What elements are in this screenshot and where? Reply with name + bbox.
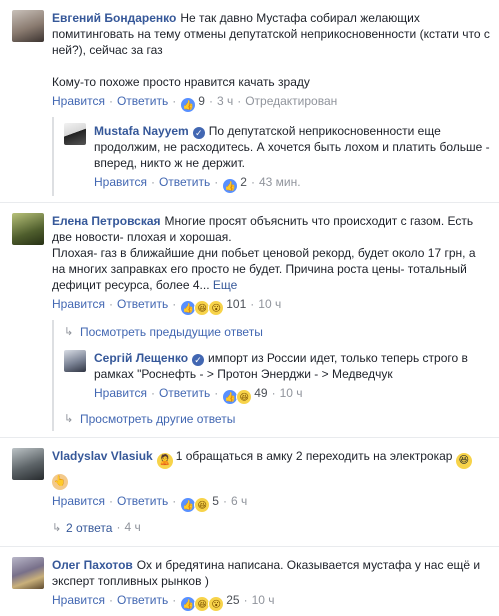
reaction-count: 49: [254, 386, 268, 400]
see-more-link[interactable]: Еще: [213, 278, 237, 292]
comment-actions: Нравится · Ответить · 👍 9 · 3 ч · Отредактирован: [52, 93, 491, 113]
comment-author[interactable]: Vladyslav Vlasiuk: [52, 449, 153, 463]
view-other-replies-label[interactable]: Просмотреть другие ответы: [80, 411, 235, 427]
view-previous-replies-label[interactable]: Посмотреть предыдущие ответы: [80, 324, 263, 340]
like-button[interactable]: Нравится: [94, 175, 147, 189]
reply-arrow-icon: ↳: [64, 413, 74, 425]
reaction-count: 5: [212, 494, 219, 508]
replies-summary: ↳ 2 ответа · 4 ч: [52, 520, 141, 536]
like-reaction-icon: 👍: [180, 97, 197, 113]
view-other-replies-link[interactable]: ↳ Просмотреть другие ответы: [64, 407, 499, 431]
comment-text: Елена Петровская Многие просят объяснить …: [52, 213, 491, 293]
comment-thread: Евгений Бондаренко Не так давно Мустафа с…: [0, 0, 499, 616]
timestamp[interactable]: 10 ч: [258, 297, 281, 311]
comment-author[interactable]: Сергій Лещенко: [94, 351, 188, 365]
comment-actions: Нравится · Ответить · 👍 2 · 43 мин.: [94, 174, 491, 194]
comment-actions: Нравится · Ответить · 👍 😆 5 · 6 ч: [52, 493, 491, 513]
like-button[interactable]: Нравится: [52, 593, 105, 607]
wow-reaction-icon: 😮: [208, 300, 225, 316]
avatar[interactable]: [12, 10, 44, 42]
replies-count-label[interactable]: 2 ответа: [66, 520, 112, 536]
verified-badge-icon: ✓: [192, 127, 205, 139]
comment: Евгений Бондаренко Не так давно Мустафа с…: [0, 0, 499, 117]
reply-button[interactable]: Ответить: [159, 175, 210, 189]
replies-timestamp[interactable]: 4 ч: [124, 520, 140, 534]
timestamp[interactable]: 10 ч: [252, 593, 275, 607]
reactions[interactable]: 👍 9: [180, 94, 205, 113]
reply-button[interactable]: Ответить: [117, 494, 168, 508]
wow-reaction-icon: 😮: [208, 596, 225, 612]
edited-label[interactable]: Отредактирован: [245, 94, 337, 108]
reply: Mustafa Nayyem ✓ По депутатской неприкосно…: [64, 117, 499, 196]
verified-badge-icon: ✓: [192, 354, 205, 366]
comment-actions: Нравится · Ответить · 👍 😆 😮 25 · 10 ч: [52, 592, 491, 612]
reaction-count: 9: [198, 94, 205, 108]
replies-count-link[interactable]: ↳ 2 ответа: [52, 520, 112, 536]
view-previous-replies-link[interactable]: ↳ Посмотреть предыдущие ответы: [64, 320, 499, 344]
reaction-count: 2: [240, 175, 247, 189]
avatar[interactable]: [12, 213, 44, 245]
haha-reaction-icon: 😆: [236, 389, 253, 405]
reactions[interactable]: 👍 2: [222, 175, 247, 194]
reply-arrow-icon: ↳: [52, 522, 62, 534]
comment-text: Vladyslav Vlasiuk 🙎 1 обращаться в амку 2 …: [52, 448, 491, 490]
comment-text: Олег Пахотов Ох и бредятина написана. Ока…: [52, 557, 491, 589]
like-button[interactable]: Нравится: [52, 297, 105, 311]
avatar[interactable]: [64, 123, 86, 145]
reply: Сергій Лещенко ✓ импорт из России идет, то…: [64, 344, 499, 407]
avatar[interactable]: [12, 448, 44, 480]
comment-actions: Нравится · Ответить · 👍 😆 😮 101 · 10 ч: [52, 296, 491, 316]
reply-button[interactable]: Ответить: [117, 593, 168, 607]
comment-author[interactable]: Олег Пахотов: [52, 558, 133, 572]
timestamp[interactable]: 3 ч: [217, 94, 233, 108]
person-emoji-icon: 🙎: [156, 453, 173, 469]
reaction-count: 101: [226, 297, 247, 311]
comment-actions: Нравится · Ответить · 👍 😆 49 · 10 ч: [94, 385, 491, 405]
replies: Mustafa Nayyem ✓ По депутатской неприкосно…: [52, 117, 499, 196]
timestamp[interactable]: 6 ч: [231, 494, 247, 508]
comment-author[interactable]: Евгений Бондаренко: [52, 11, 176, 25]
reply-button[interactable]: Ответить: [117, 94, 168, 108]
comment: Олег Пахотов Ох и бредятина написана. Ока…: [0, 547, 499, 616]
reactions[interactable]: 👍 😆 49: [222, 386, 268, 405]
like-button[interactable]: Нравится: [52, 94, 105, 108]
haha-reaction-icon: 😆: [194, 497, 211, 513]
reply-button[interactable]: Ответить: [159, 386, 210, 400]
comment: Елена Петровская Многие просят объяснить …: [0, 203, 499, 320]
reactions[interactable]: 👍 😆 😮 25: [180, 593, 240, 612]
comment-author[interactable]: Елена Петровская: [52, 214, 161, 228]
grinning-emoji-icon: 😆: [455, 453, 472, 469]
comment-author[interactable]: Mustafa Nayyem: [94, 124, 189, 138]
reply-button[interactable]: Ответить: [117, 297, 168, 311]
timestamp[interactable]: 43 мин.: [259, 175, 301, 189]
comment-text: Сергій Лещенко ✓ импорт из России идет, то…: [94, 350, 491, 382]
reply-arrow-icon: ↳: [64, 326, 74, 338]
like-button[interactable]: Нравится: [52, 494, 105, 508]
comment: Vladyslav Vlasiuk 🙎 1 обращаться в амку 2 …: [0, 438, 499, 540]
timestamp[interactable]: 10 ч: [280, 386, 303, 400]
comment-text: Евгений Бондаренко Не так давно Мустафа с…: [52, 10, 491, 90]
avatar[interactable]: [12, 557, 44, 589]
reaction-count: 25: [226, 593, 240, 607]
reactions[interactable]: 👍 😆 5: [180, 494, 219, 513]
comment-text: Mustafa Nayyem ✓ По депутатской неприкосно…: [94, 123, 491, 171]
pointing-hand-emoji-icon: 👆: [52, 474, 68, 490]
reactions[interactable]: 👍 😆 😮 101: [180, 297, 247, 316]
like-reaction-icon: 👍: [222, 178, 239, 194]
replies: ↳ Посмотреть предыдущие ответы Сергій Лещ…: [52, 320, 499, 431]
comment-body: 1 обращаться в амку 2 переходить на элек…: [175, 449, 453, 463]
avatar[interactable]: [64, 350, 86, 372]
like-button[interactable]: Нравится: [94, 386, 147, 400]
